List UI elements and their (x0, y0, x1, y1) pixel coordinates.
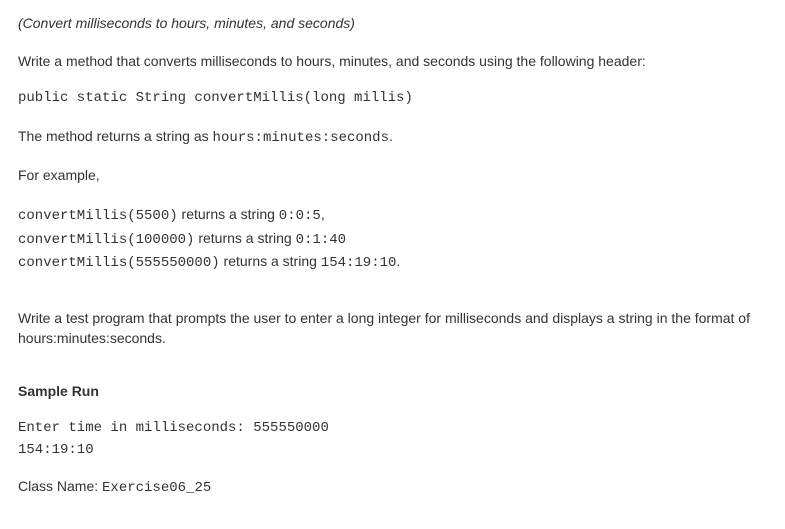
example1-call: convertMillis(5500) (18, 208, 178, 224)
returns-paragraph: The method returns a string as hours:min… (18, 127, 767, 149)
example2-call: convertMillis(100000) (18, 232, 194, 248)
intro-paragraph: Write a method that converts millisecond… (18, 52, 767, 72)
example1-mid: returns a string (178, 206, 279, 222)
instruction-paragraph: Write a test program that prompts the us… (18, 309, 767, 348)
example3-mid: returns a string (220, 253, 321, 269)
exercise-title: (Convert milliseconds to hours, minutes,… (18, 14, 767, 34)
class-name-value: Exercise06_25 (102, 480, 211, 496)
sample-run-title: Sample Run (18, 382, 767, 402)
returns-suffix: . (389, 128, 393, 144)
example-line-1: convertMillis(5500) returns a string 0:0… (18, 204, 767, 228)
example-line-2: convertMillis(100000) returns a string 0… (18, 228, 767, 252)
examples-block: convertMillis(5500) returns a string 0:0… (18, 204, 767, 275)
returns-format: hours:minutes:seconds (213, 130, 389, 146)
returns-prefix: The method returns a string as (18, 128, 213, 144)
sample-run-block: Enter time in milliseconds: 555550000 15… (18, 418, 767, 461)
class-name-label: Class Name: (18, 478, 102, 494)
class-name-line: Class Name: Exercise06_25 (18, 477, 767, 499)
example1-suffix: , (321, 206, 325, 222)
example3-call: convertMillis(555550000) (18, 255, 220, 271)
example3-suffix: . (396, 253, 400, 269)
method-header-code: public static String convertMillis(long … (18, 89, 767, 109)
for-example-label: For example, (18, 166, 767, 186)
example3-result: 154:19:10 (321, 255, 397, 271)
example1-result: 0:0:5 (279, 208, 321, 224)
example2-mid: returns a string (194, 230, 295, 246)
example2-result: 0:1:40 (296, 232, 346, 248)
example-line-3: convertMillis(555550000) returns a strin… (18, 251, 767, 275)
